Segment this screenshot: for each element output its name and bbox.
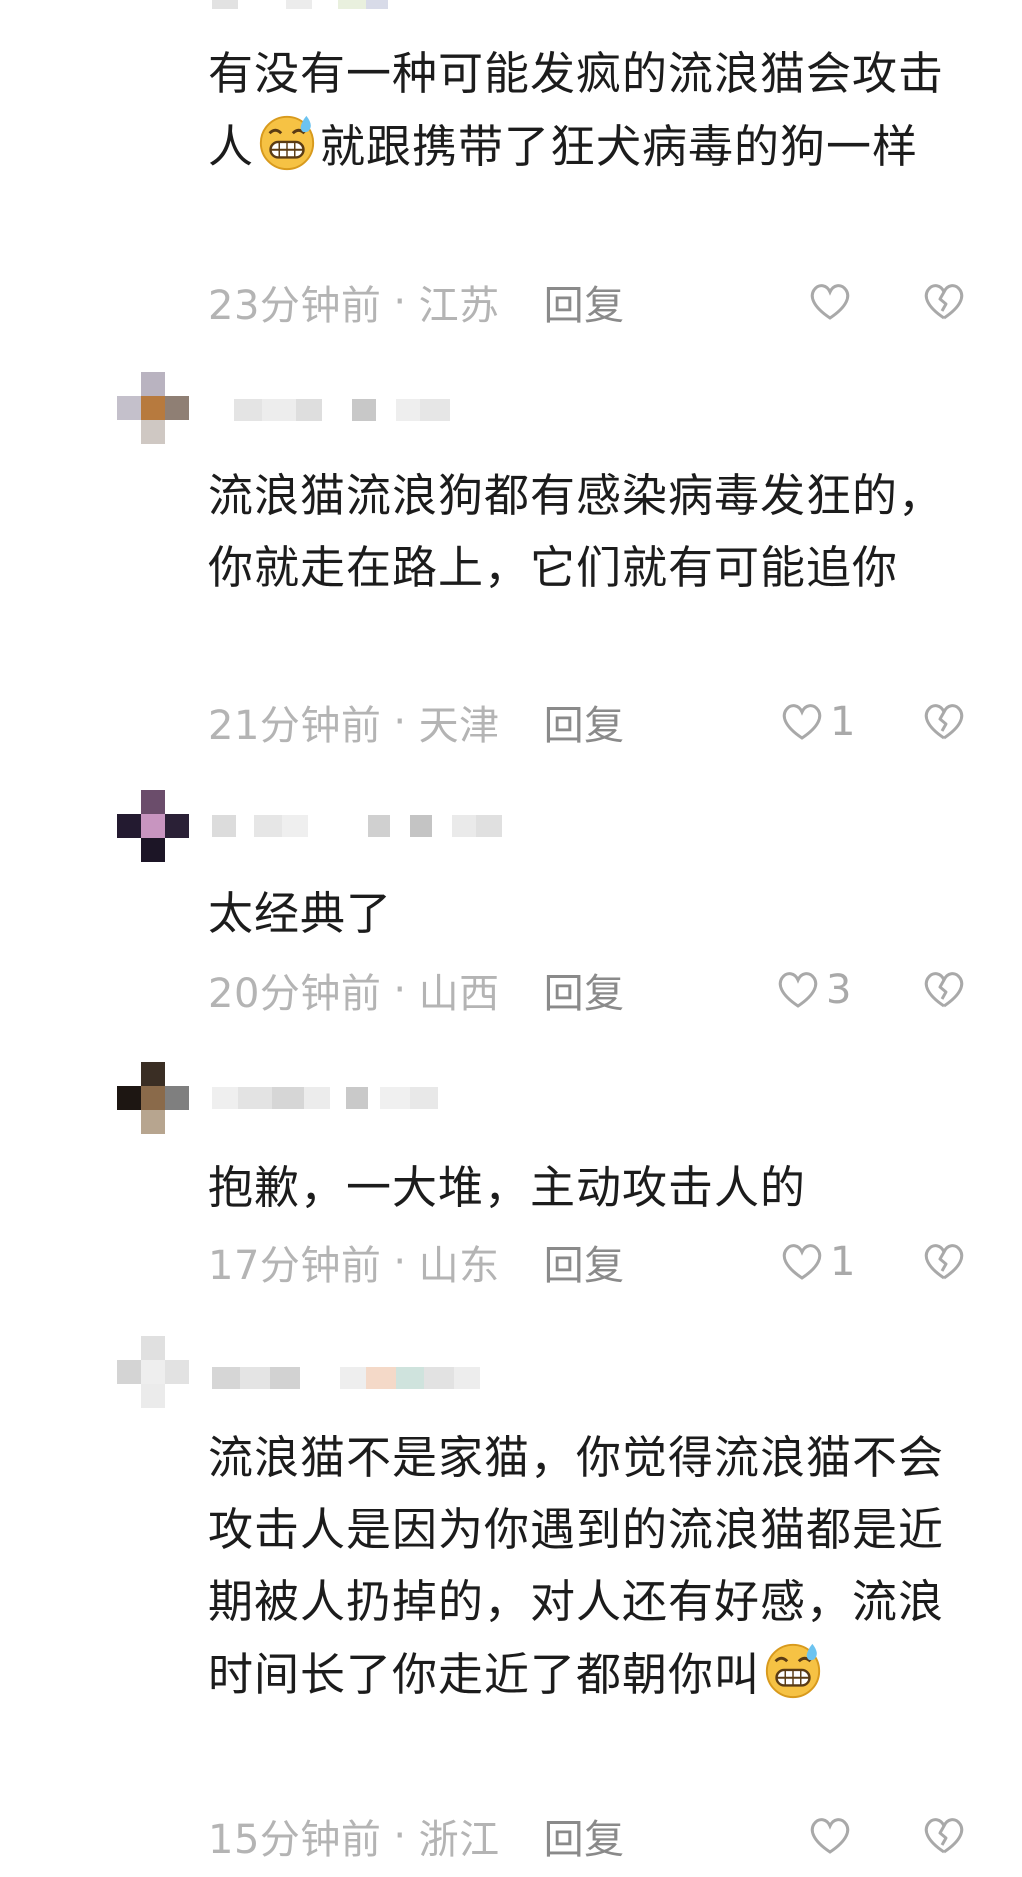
like-button[interactable] bbox=[808, 274, 858, 330]
dislike-button[interactable] bbox=[922, 274, 966, 330]
separator-dot: · bbox=[393, 699, 407, 745]
comment-location: 天津 bbox=[418, 703, 500, 749]
like-count: 1 bbox=[830, 699, 856, 745]
comment-time: 15分钟前 bbox=[208, 1817, 382, 1863]
comment-time: 23分钟前 bbox=[208, 283, 382, 329]
comment-meta: 21分钟前 · 天津 回复 bbox=[208, 694, 625, 750]
comment-text: 流浪猫不是家猫，你觉得流浪猫不会攻击人是因为你遇到的流浪猫都是近期被人扔掉的，对… bbox=[208, 1431, 945, 1701]
comment-location: 山东 bbox=[418, 1243, 500, 1289]
like-count: 1 bbox=[830, 1239, 856, 1285]
grinning-sweat-emoji-icon bbox=[259, 115, 315, 171]
like-count: 3 bbox=[826, 967, 852, 1013]
like-button[interactable]: 1 bbox=[780, 1234, 855, 1290]
grinning-sweat-emoji-icon bbox=[765, 1643, 821, 1699]
avatar[interactable] bbox=[117, 1062, 189, 1134]
avatar[interactable] bbox=[117, 372, 189, 444]
dislike-button[interactable] bbox=[922, 1808, 966, 1864]
comment-text: 抱歉，一大堆，主动攻击人的 bbox=[208, 1161, 807, 1214]
dislike-button[interactable] bbox=[922, 694, 966, 750]
avatar[interactable] bbox=[117, 790, 189, 862]
heart-icon bbox=[778, 972, 818, 1008]
like-button[interactable]: 1 bbox=[780, 694, 855, 750]
heart-icon bbox=[810, 284, 850, 320]
heart-icon bbox=[782, 704, 822, 740]
comment-location: 江苏 bbox=[418, 283, 500, 329]
comment-text: 有没有一种可能发疯的流浪猫会攻击人 就跟携带了狂犬病毒的狗一样 bbox=[208, 47, 945, 173]
comment-meta: 20分钟前 · 山西 回复 bbox=[208, 962, 625, 1018]
comment-location: 山西 bbox=[418, 971, 500, 1017]
reply-button[interactable]: 回复 bbox=[544, 693, 625, 751]
username-blurred[interactable] bbox=[212, 390, 450, 430]
reply-button[interactable]: 回复 bbox=[544, 1233, 625, 1291]
avatar[interactable] bbox=[117, 1336, 189, 1408]
comment-meta: 15分钟前 · 浙江 回复 bbox=[208, 1808, 625, 1864]
like-button[interactable]: 3 bbox=[776, 962, 851, 1018]
username-blurred[interactable] bbox=[212, 1358, 480, 1398]
broken-heart-icon bbox=[924, 972, 964, 1008]
dislike-button[interactable] bbox=[922, 1234, 966, 1290]
broken-heart-icon bbox=[924, 1244, 964, 1280]
broken-heart-icon bbox=[924, 1818, 964, 1854]
comment-text: 太经典了 bbox=[208, 887, 393, 940]
comment-time: 21分钟前 bbox=[208, 703, 382, 749]
broken-heart-icon bbox=[924, 284, 964, 320]
separator-dot: · bbox=[393, 1813, 407, 1859]
separator-dot: · bbox=[393, 1239, 407, 1285]
broken-heart-icon bbox=[924, 704, 964, 740]
comment-meta: 23分钟前 · 江苏 回复 bbox=[208, 274, 625, 330]
heart-icon bbox=[782, 1244, 822, 1280]
reply-button[interactable]: 回复 bbox=[544, 961, 625, 1019]
comment-location: 浙江 bbox=[418, 1817, 500, 1863]
reply-button[interactable]: 回复 bbox=[544, 1807, 625, 1865]
reply-button[interactable]: 回复 bbox=[544, 273, 625, 331]
dislike-button[interactable] bbox=[922, 962, 966, 1018]
heart-icon bbox=[810, 1818, 850, 1854]
comment-meta: 17分钟前 · 山东 回复 bbox=[208, 1234, 625, 1290]
username-blurred[interactable] bbox=[212, 1078, 438, 1118]
separator-dot: · bbox=[393, 967, 407, 1013]
comment-time: 17分钟前 bbox=[208, 1243, 382, 1289]
avatar[interactable] bbox=[117, 0, 189, 24]
comment-time: 20分钟前 bbox=[208, 971, 382, 1017]
comment-text: 流浪猫流浪狗都有感染病毒发狂的，你就走在路上，它们就有可能追你 bbox=[208, 469, 945, 594]
username-blurred[interactable] bbox=[212, 0, 388, 18]
username-blurred[interactable] bbox=[212, 806, 502, 846]
like-button[interactable] bbox=[808, 1808, 858, 1864]
separator-dot: · bbox=[393, 279, 407, 325]
